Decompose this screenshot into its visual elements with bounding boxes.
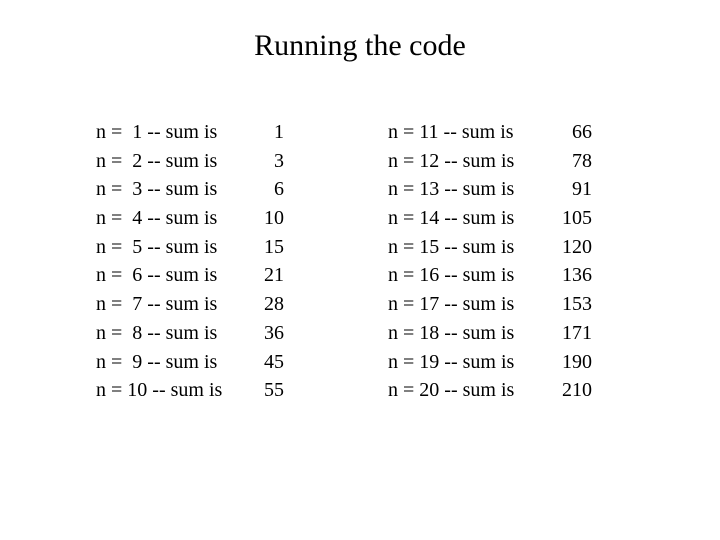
sum-value: 91	[572, 178, 592, 201]
sum-value: 66	[572, 121, 592, 143]
sum-value: 78	[572, 149, 592, 172]
sum-value: 28	[264, 293, 284, 316]
sum-value: 210	[562, 379, 592, 402]
slide-title: Running the code	[254, 29, 466, 62]
sum-value: 171	[562, 321, 592, 344]
sum-value: 153	[562, 293, 592, 316]
sum-value: 120	[562, 235, 592, 258]
sum-value: 36	[264, 321, 284, 344]
sum-value: 190	[562, 350, 592, 373]
sum-value: 105	[562, 207, 592, 230]
sum-value: 1	[274, 121, 284, 143]
sum-value: 6	[274, 178, 284, 201]
sum-value: 55	[264, 379, 284, 402]
sum-value: 10	[264, 207, 284, 230]
sum-value: 45	[264, 350, 284, 373]
sum-value: 21	[264, 264, 284, 287]
sum-value: 3	[274, 149, 284, 172]
sum-value: 15	[264, 235, 284, 258]
sum-value: 136	[562, 264, 592, 287]
